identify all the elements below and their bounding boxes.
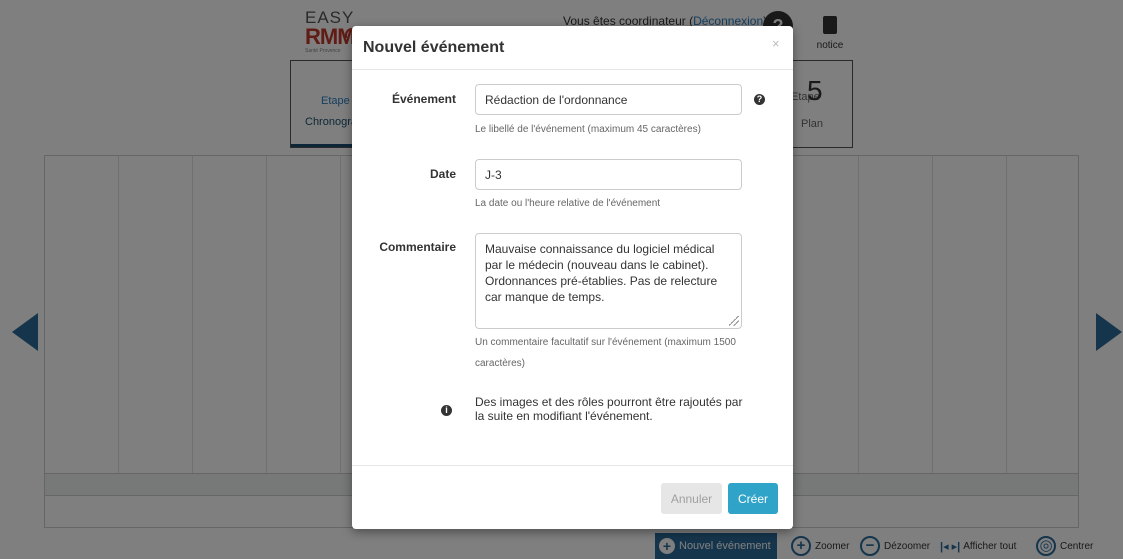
date-label: Date (429, 167, 456, 181)
comment-help: Un commentaire facultatif sur l'événemen… (475, 337, 736, 369)
question-icon[interactable]: ? (754, 94, 765, 105)
info-icon: i (441, 405, 452, 416)
resize-grip-icon[interactable] (729, 316, 739, 326)
event-label: Événement (391, 92, 456, 106)
new-event-dialog: Nouvel événement × Événement ? Le libell… (352, 26, 793, 529)
dialog-title: Nouvel événement (363, 39, 505, 56)
date-help: La date ou l'heure relative de l'événeme… (475, 198, 661, 209)
info-text: Des images et des rôles pourront être ra… (475, 395, 743, 423)
dialog-footer: Annuler Créer (352, 465, 793, 529)
cancel-button[interactable]: Annuler (661, 483, 722, 514)
event-help: Le libellé de l'événement (maximum 45 ca… (475, 124, 701, 135)
comment-label: Commentaire (379, 240, 456, 254)
close-icon[interactable]: × (772, 36, 780, 51)
dialog-header: Nouvel événement × (352, 26, 793, 70)
comment-textarea[interactable]: Mauvaise connaissance du logiciel médica… (475, 233, 742, 329)
create-button[interactable]: Créer (728, 483, 778, 514)
event-input[interactable] (475, 84, 742, 115)
date-input[interactable] (475, 159, 742, 190)
